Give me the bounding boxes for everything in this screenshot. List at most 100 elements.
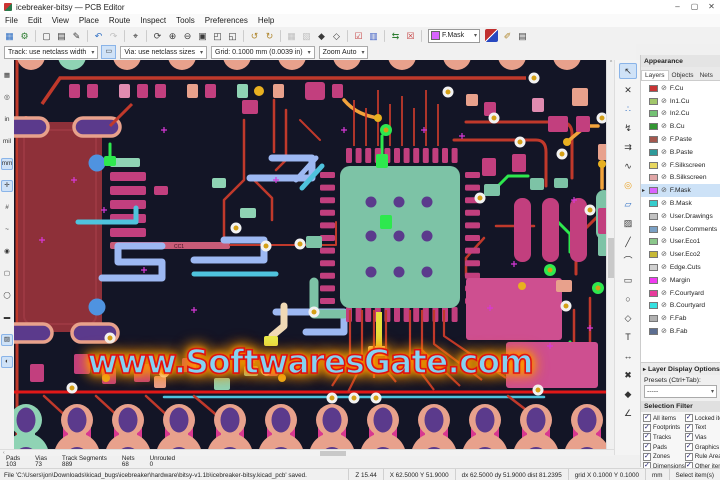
- layer-color-swatch[interactable]: [649, 110, 658, 118]
- add-text-icon[interactable]: T: [619, 329, 637, 345]
- save-button[interactable]: ▦: [3, 29, 16, 43]
- selection-filter-item[interactable]: Text: [684, 423, 720, 433]
- sketch-tracks-icon[interactable]: ▬: [1, 312, 13, 324]
- inspect-drc-schedule-button[interactable]: ☑: [352, 29, 365, 43]
- layer-visibility-eye-icon[interactable]: [661, 290, 667, 297]
- selection-filter-item[interactable]: Pads: [643, 442, 685, 452]
- layer-row[interactable]: F.Fab: [641, 312, 720, 325]
- layer-row[interactable]: F.Silkscreen: [641, 159, 720, 172]
- layer-row[interactable]: Margin: [641, 274, 720, 287]
- layer-row[interactable]: F.Courtyard: [641, 287, 720, 300]
- selection-filter-item[interactable]: All items: [643, 413, 685, 423]
- layers[interactable]: Layers: [641, 70, 669, 80]
- layer-visibility-eye-icon[interactable]: [661, 302, 667, 309]
- menu-item[interactable]: Preferences: [200, 16, 253, 25]
- layer-row[interactable]: B.Cu: [641, 120, 720, 133]
- zoom-fit-button[interactable]: ▣: [196, 29, 209, 43]
- checkbox-checked-icon[interactable]: [684, 442, 693, 452]
- layer-visibility-eye-icon[interactable]: [661, 315, 667, 322]
- route-style-button[interactable]: ✐: [501, 29, 514, 43]
- menu-item[interactable]: Route: [104, 16, 135, 25]
- layer-visibility-eye-icon[interactable]: [661, 174, 667, 181]
- draw-line-icon[interactable]: ╱: [619, 234, 637, 250]
- checkbox-checked-icon[interactable]: [684, 413, 693, 423]
- page-settings-button[interactable]: ▢: [40, 29, 53, 43]
- polar-coords-icon[interactable]: ◎: [1, 92, 13, 104]
- minimize-button[interactable]: –: [669, 0, 686, 14]
- sketch-zones-icon[interactable]: ▨: [1, 334, 13, 346]
- layer-row[interactable]: In2.Cu: [641, 108, 720, 121]
- net-highlight-icon[interactable]: ◉: [1, 246, 13, 258]
- crosshair-cursor-icon[interactable]: ✛: [1, 180, 13, 192]
- layer-row[interactable]: B.Courtyard: [641, 300, 720, 313]
- nets[interactable]: Nets: [697, 71, 716, 80]
- zoom-out-button[interactable]: ⊖: [181, 29, 194, 43]
- grid-dropdown[interactable]: Grid: 0.1000 mm (0.0039 in): [211, 45, 315, 59]
- layer-color-swatch[interactable]: [649, 212, 658, 220]
- layer-row[interactable]: Edge.Cuts: [641, 261, 720, 274]
- layer-color-swatch[interactable]: [649, 251, 658, 259]
- units-inches-icon[interactable]: in: [1, 114, 13, 126]
- layer-color-swatch[interactable]: [649, 302, 658, 310]
- draw-arc-icon[interactable]: ⌒: [619, 253, 637, 269]
- sketch-vias-icon[interactable]: ◯: [1, 290, 13, 302]
- objects[interactable]: Objects: [669, 71, 697, 80]
- copper-layer-pair-icon[interactable]: [485, 29, 498, 42]
- measure-tool-icon[interactable]: ∠: [619, 405, 637, 421]
- layer-color-swatch[interactable]: [649, 84, 658, 92]
- layer-visibility-eye-icon[interactable]: [661, 277, 667, 284]
- grid-origin-icon[interactable]: ◆: [619, 386, 637, 402]
- layer-color-swatch[interactable]: [649, 187, 658, 195]
- zoom-in-button[interactable]: ⊕: [166, 29, 179, 43]
- curved-ratsnest-icon[interactable]: ~: [1, 224, 13, 236]
- local-ratsnest-icon[interactable]: ∴: [619, 101, 637, 117]
- lock-button[interactable]: ◆: [315, 29, 328, 43]
- close-button[interactable]: ✕: [703, 0, 720, 14]
- layer-visibility-eye-icon[interactable]: [661, 213, 667, 220]
- zoom-dropdown[interactable]: Zoom Auto: [318, 45, 369, 59]
- draw-circle-icon[interactable]: ○: [619, 291, 637, 307]
- checkbox-checked-icon[interactable]: [684, 432, 693, 442]
- layer-row[interactable]: F.Mask: [641, 184, 720, 198]
- route-tracks-icon[interactable]: ↯: [619, 120, 637, 136]
- ratsnest-visibility-icon[interactable]: #: [1, 202, 13, 214]
- checkbox-checked-icon[interactable]: [643, 442, 651, 452]
- layer-row[interactable]: User.Comments: [641, 223, 720, 236]
- layer-row[interactable]: B.Fab: [641, 325, 720, 338]
- layer-visibility-eye-icon[interactable]: [661, 187, 667, 194]
- ungroup-button[interactable]: ▧: [300, 29, 313, 43]
- selection-filter-item[interactable]: Footprints: [643, 423, 685, 433]
- undo-button[interactable]: ↶: [92, 29, 105, 43]
- layer-color-swatch[interactable]: [649, 289, 658, 297]
- delete-tool-icon[interactable]: ✖: [619, 367, 637, 383]
- units-mm-icon[interactable]: mm: [1, 158, 13, 170]
- scripting-console-button[interactable]: ▤: [516, 29, 529, 43]
- layer-color-swatch[interactable]: [649, 225, 658, 233]
- selection-filter-item[interactable]: Locked items: [684, 413, 720, 423]
- layer-visibility-eye-icon[interactable]: [661, 226, 667, 233]
- track-width-dropdown[interactable]: Track: use netclass width: [4, 45, 99, 59]
- layer-row[interactable]: User.Eco1: [641, 236, 720, 249]
- checkbox-checked-icon[interactable]: [643, 423, 651, 432]
- add-zone-icon[interactable]: ▱: [619, 196, 637, 212]
- maximize-button[interactable]: ▢: [686, 0, 703, 14]
- checkbox-checked-icon[interactable]: [684, 452, 693, 461]
- layer-color-swatch[interactable]: [649, 200, 658, 208]
- menu-item[interactable]: View: [47, 16, 74, 25]
- selection-filter-item[interactable]: Tracks: [643, 432, 685, 442]
- layer-row[interactable]: F.Paste: [641, 133, 720, 146]
- layer-row[interactable]: F.Cu: [641, 82, 720, 95]
- layer-row[interactable]: User.Drawings: [641, 210, 720, 223]
- layer-color-swatch[interactable]: [649, 276, 658, 284]
- checkbox-checked-icon[interactable]: [684, 423, 693, 432]
- add-keepout-icon[interactable]: ▨: [619, 215, 637, 231]
- selection-filter-item[interactable]: Vias: [684, 432, 720, 442]
- presets-dropdown[interactable]: -----: [644, 385, 717, 398]
- route-diff-pair-icon[interactable]: ⇉: [619, 139, 637, 155]
- units-mils-icon[interactable]: mil: [1, 136, 13, 148]
- auto-track-width-button[interactable]: ▭: [101, 45, 117, 59]
- refresh-button[interactable]: ⟳: [151, 29, 164, 43]
- layer-color-swatch[interactable]: [649, 161, 658, 169]
- layer-visibility-eye-icon[interactable]: [661, 200, 667, 207]
- rotate-cw-button[interactable]: ↻: [263, 29, 276, 43]
